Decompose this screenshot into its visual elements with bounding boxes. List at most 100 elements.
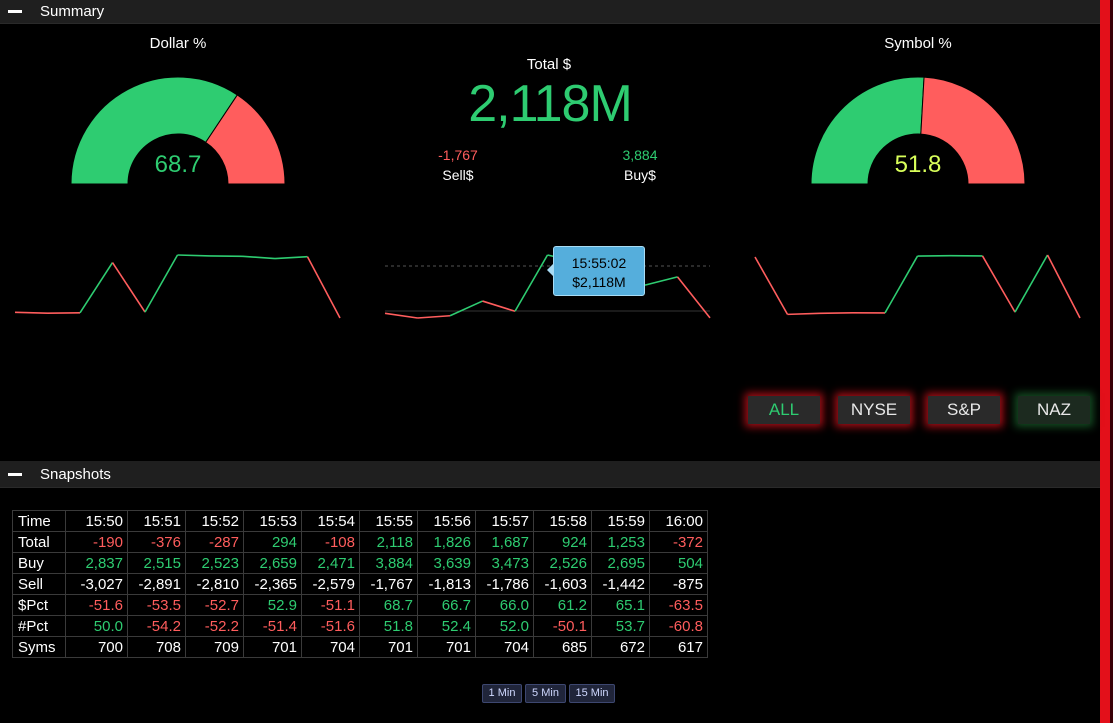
table-cell: 2,523 — [185, 552, 244, 574]
table-cell: -1,786 — [475, 573, 534, 595]
table-cell: -2,365 — [243, 573, 302, 595]
table-cell: -1,767 — [359, 573, 418, 595]
row-label: Total — [12, 531, 66, 553]
total-sparkline-segment — [417, 314, 451, 319]
table-cell: 2,118 — [359, 531, 418, 553]
total-sparkline-segment — [482, 300, 516, 312]
table-cell: 15:55 — [359, 510, 418, 532]
table-cell: 700 — [65, 636, 128, 658]
window-edge — [1100, 0, 1113, 723]
symbol-pct-sparkline-segment — [1046, 254, 1081, 319]
total-sparkline-segment — [384, 312, 418, 319]
total-value: 2,118M — [468, 75, 633, 133]
row-label: Time — [12, 510, 66, 532]
exchange-button-naz[interactable]: NAZ — [1018, 396, 1090, 424]
table-cell: 15:59 — [591, 510, 650, 532]
table-cell: -1,813 — [417, 573, 476, 595]
table-cell: 1,253 — [591, 531, 650, 553]
table-row: #Pct 50.0 -54.2 -52.2 -51.4 -51.6 51.8 52.4 52.0… — [12, 615, 708, 637]
snapshots-header: Snapshots — [0, 461, 1100, 488]
symbol-pct-sparkline — [754, 254, 1081, 319]
snapshots-title: Snapshots — [40, 465, 111, 483]
table-row: Time 15:50 15:51 15:52 15:53 15:54 15:55 15:56 1… — [12, 510, 708, 532]
exchange-button-sp[interactable]: S&P — [928, 396, 1000, 424]
table-cell: 15:53 — [243, 510, 302, 532]
row-label: Buy — [12, 552, 66, 574]
exchange-button-all[interactable]: ALL — [748, 396, 820, 424]
table-cell: 2,526 — [533, 552, 592, 574]
table-cell: -376 — [127, 531, 186, 553]
total-sparkline-segment — [514, 254, 549, 312]
table-row: Total -190 -376 -287 294 -108 2,118 1,826 1,687 9… — [12, 531, 708, 553]
table-cell: 672 — [591, 636, 650, 658]
table-row: Syms 700 708 709 701 704 701 701 704 685 672 617 — [12, 636, 708, 658]
symbol-pct-sparkline-segment — [787, 312, 821, 316]
table-cell: -108 — [301, 531, 360, 553]
chart-tooltip: 15:55:02 $2,118M — [547, 246, 645, 296]
table-cell: 61.2 — [533, 594, 592, 616]
interval-1min-button[interactable]: 1 Min — [482, 684, 522, 703]
table-cell: -51.6 — [301, 615, 360, 637]
dollar-pct-sparkline-segment — [242, 255, 276, 260]
buy-label: Buy$ — [624, 167, 656, 183]
dollar-pct-sparkline — [14, 254, 341, 319]
table-cell: 15:54 — [301, 510, 360, 532]
table-cell: -2,810 — [185, 573, 244, 595]
total-sparkline-segment — [676, 276, 711, 319]
table-cell: -1,603 — [533, 573, 592, 595]
table-cell: -52.7 — [185, 594, 244, 616]
summary-header: Summary — [0, 0, 1100, 24]
summary-title: Summary — [40, 3, 105, 20]
table-cell: 15:57 — [475, 510, 534, 532]
total-sparkline-segment — [644, 276, 678, 286]
table-cell: 16:00 — [649, 510, 708, 532]
table-cell: 2,471 — [301, 552, 360, 574]
table-cell: 709 — [185, 636, 244, 658]
total-label: Total $ — [526, 56, 572, 73]
table-cell: 701 — [417, 636, 476, 658]
symbol-pct-sparkline-segment — [884, 255, 919, 314]
dollar-pct-sparkline-segment — [14, 311, 48, 315]
symbol-pct-sparkline-segment — [754, 256, 789, 315]
table-cell: -3,027 — [65, 573, 128, 595]
summary-collapse-icon[interactable] — [8, 10, 22, 13]
buy-value: 3,884 — [622, 147, 658, 163]
table-cell: -51.6 — [65, 594, 128, 616]
table-cell: -51.1 — [301, 594, 360, 616]
snapshots-table: Time 15:50 15:51 15:52 15:53 15:54 15:55 15:56 1… — [12, 510, 708, 658]
tooltip-value: $2,118M — [572, 274, 626, 290]
dollar-pct-sparkline-segment — [111, 262, 146, 313]
table-cell: 1,687 — [475, 531, 534, 553]
table-cell: 685 — [533, 636, 592, 658]
table-cell: 704 — [475, 636, 534, 658]
table-cell: 53.7 — [591, 615, 650, 637]
exchange-button-nyse[interactable]: NYSE — [838, 396, 910, 424]
snapshots-collapse-icon[interactable] — [8, 472, 22, 476]
table-cell: -60.8 — [649, 615, 708, 637]
table-cell: 3,639 — [417, 552, 476, 574]
table-cell: 294 — [243, 531, 302, 553]
table-cell: 15:56 — [417, 510, 476, 532]
table-cell: 52.0 — [475, 615, 534, 637]
table-cell: 701 — [243, 636, 302, 658]
table-row: $Pct -51.6 -53.5 -52.7 52.9 -51.1 68.7 66.7 66.0… — [12, 594, 708, 616]
table-cell: 701 — [359, 636, 418, 658]
tooltip-time: 15:55:02 — [571, 255, 627, 271]
symbol-gauge-value: 51.8 — [894, 151, 942, 178]
interval-15min-button[interactable]: 15 Min — [569, 684, 615, 703]
table-cell: 704 — [301, 636, 360, 658]
table-cell: 617 — [649, 636, 708, 658]
total-sparkline-segment — [449, 300, 483, 317]
table-cell: -875 — [649, 573, 708, 595]
dollar-pct-sparkline-segment — [306, 256, 341, 319]
dollar-pct-sparkline-segment — [144, 254, 179, 313]
table-cell: 66.7 — [417, 594, 476, 616]
row-label: Syms — [12, 636, 66, 658]
interval-5min-button[interactable]: 5 Min — [525, 684, 566, 703]
table-cell: 51.8 — [359, 615, 418, 637]
table-cell: -2,579 — [301, 573, 360, 595]
total-sparkline[interactable] — [380, 240, 720, 330]
table-cell: 708 — [127, 636, 186, 658]
table-cell: 66.0 — [475, 594, 534, 616]
symbol-gauge-title: Symbol % — [884, 35, 952, 52]
